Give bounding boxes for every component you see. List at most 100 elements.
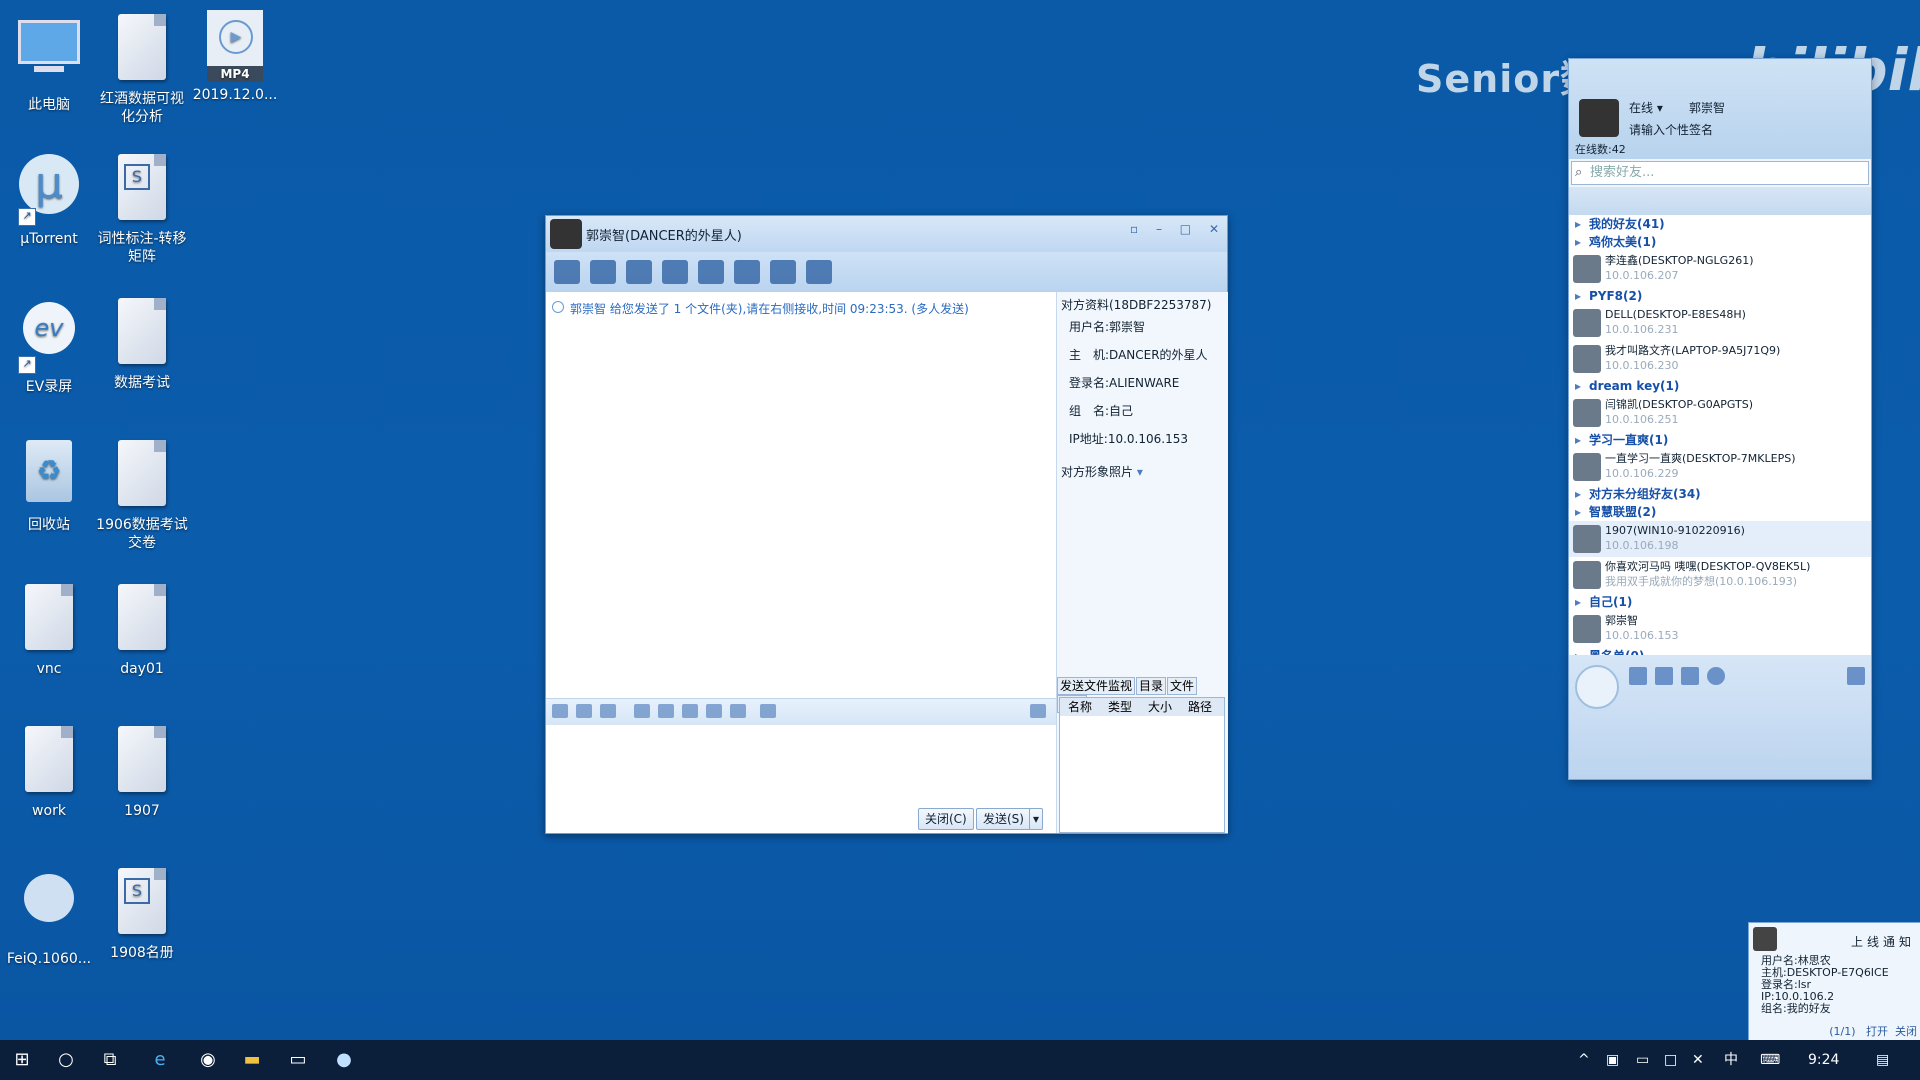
group-pyf8[interactable]: PYF8(2): [1569, 287, 1871, 305]
desktop-icon-vnc[interactable]: vnc: [2, 580, 96, 678]
desktop-icon-data-exam[interactable]: 数据考试: [95, 294, 189, 392]
lock-icon[interactable]: [1030, 704, 1046, 718]
status-selector[interactable]: 在线 ▾: [1629, 99, 1663, 116]
desktop-icon-recycle-bin[interactable]: ♻ 回收站: [2, 436, 96, 534]
contacts-window[interactable]: 在线 ▾ 郭崇智 请输入个性签名 在线数:42 搜索好友... 我的好友(41)…: [1568, 58, 1872, 780]
desktop-icon-ev-recorder[interactable]: ev ↗ EV录屏: [2, 294, 96, 396]
pin-icon[interactable]: ▫: [1130, 222, 1138, 236]
signature-input[interactable]: 请输入个性签名: [1629, 121, 1713, 138]
close-icon[interactable]: ✕: [1209, 222, 1219, 236]
display-icon[interactable]: □: [1664, 1040, 1677, 1080]
minimize-icon[interactable]: –: [1156, 222, 1162, 236]
terminal-icon[interactable]: ▭: [286, 1048, 310, 1072]
calendar-icon[interactable]: [1629, 667, 1647, 685]
desktop-icon-1906-exam[interactable]: 1906数据考试交卷: [95, 436, 189, 552]
list-item[interactable]: 一直学习一直爽(DESKTOP-7MKLEPS) 10.0.106.229: [1569, 449, 1871, 485]
edge-icon[interactable]: e: [148, 1048, 172, 1072]
notification-center-icon[interactable]: ▤: [1876, 1040, 1889, 1080]
edit-icon[interactable]: [658, 704, 674, 718]
volume-mute-icon[interactable]: ✕: [1692, 1040, 1704, 1080]
tools-icon[interactable]: [760, 704, 776, 718]
maximize-icon[interactable]: □: [1180, 222, 1191, 236]
expand-icon[interactable]: [1847, 667, 1865, 685]
network-icon[interactable]: ▣: [1606, 1040, 1619, 1080]
list-item[interactable]: 李连鑫(DESKTOP-NGLG261) 10.0.106.207: [1569, 251, 1871, 287]
desktop-icon-work[interactable]: work: [2, 722, 96, 820]
folder-icon: [18, 726, 80, 798]
tray-chevron-up-icon[interactable]: ^: [1578, 1040, 1590, 1080]
desktop-icon-wine-analysis[interactable]: 红酒数据可视化分析: [95, 10, 189, 126]
microphone-icon[interactable]: [626, 260, 652, 284]
group-self[interactable]: 自己(1): [1569, 593, 1871, 611]
desktop-icon-pos-tagging[interactable]: S 词性标注-转移矩阵: [95, 150, 189, 266]
tab-directory[interactable]: 目录: [1136, 677, 1167, 695]
close-button[interactable]: 关闭(C): [918, 808, 974, 830]
home-icon[interactable]: [806, 260, 832, 284]
chat-titlebar[interactable]: 郭崇智(DANCER的外星人) ▫ – □ ✕: [546, 216, 1227, 252]
send-options-chevron-down-icon[interactable]: ▾: [1029, 808, 1044, 830]
windows-start-icon[interactable]: ⊞: [10, 1048, 34, 1072]
group-my-friends[interactable]: 我的好友(41): [1569, 215, 1871, 233]
clock[interactable]: 9:24: [1808, 1040, 1839, 1080]
desktop-icon-1908-roster[interactable]: S 1908名册: [95, 864, 189, 962]
contacts-tabs[interactable]: [1569, 187, 1871, 215]
list-item[interactable]: DELL(DESKTOP-E8ES48H) 10.0.106.231: [1569, 305, 1871, 341]
ime-indicator[interactable]: 中: [1724, 1040, 1738, 1080]
col-size[interactable]: 大小: [1140, 698, 1180, 716]
network-icon[interactable]: [770, 260, 796, 284]
group-jinitaimei[interactable]: 鸡你太美(1): [1569, 233, 1871, 251]
desktop-icon-feiq[interactable]: FeiQ.1060...: [2, 864, 96, 968]
keyboard-icon[interactable]: ⌨: [1760, 1040, 1780, 1080]
desktop-icon-utorrent[interactable]: µ ↗ µTorrent: [2, 150, 96, 248]
avatar[interactable]: [1579, 99, 1619, 137]
tab-file[interactable]: 文件: [1167, 677, 1198, 695]
emoji-icon[interactable]: [576, 704, 592, 718]
group-wisdom-alliance[interactable]: 智慧联盟(2): [1569, 503, 1871, 521]
settings-gear-icon[interactable]: [1707, 667, 1725, 685]
search-input[interactable]: 搜索好友...: [1571, 161, 1869, 185]
send-folder-icon[interactable]: [698, 260, 724, 284]
group-ungrouped[interactable]: 对方未分组好友(34): [1569, 485, 1871, 503]
screen-share-icon[interactable]: [554, 260, 580, 284]
battery-icon[interactable]: ▭: [1636, 1040, 1649, 1080]
chat-window[interactable]: 郭崇智(DANCER的外星人) ▫ – □ ✕ 郭崇智 给您发送了 1 个文件(…: [545, 215, 1228, 834]
group-study[interactable]: 学习一直爽(1): [1569, 431, 1871, 449]
open-link[interactable]: 打开: [1866, 1025, 1888, 1038]
file-explorer-icon[interactable]: ▬: [240, 1048, 264, 1072]
list-item[interactable]: 你喜欢河马吗 咦嘿(DESKTOP-QV8EK5L) 我用双手成就你的梦想(10.…: [1569, 557, 1871, 593]
list-item[interactable]: 郭崇智 10.0.106.153: [1569, 611, 1871, 647]
font-icon[interactable]: [552, 704, 568, 718]
group-dream-key[interactable]: dream key(1): [1569, 377, 1871, 395]
send-button[interactable]: 发送(S): [976, 808, 1031, 830]
list-item[interactable]: 闫锦凯(DESKTOP-G0APGTS) 10.0.106.251: [1569, 395, 1871, 431]
app-icon[interactable]: ◉: [196, 1048, 220, 1072]
col-name[interactable]: 名称: [1060, 698, 1100, 716]
copy-icon[interactable]: [706, 704, 722, 718]
screenshot-icon[interactable]: [600, 704, 616, 718]
desktop-icon-mp4-video[interactable]: ▶ MP4 2019.12.0...: [188, 10, 282, 104]
col-type[interactable]: 类型: [1100, 698, 1140, 716]
list-item[interactable]: 我才叫路文齐(LAPTOP-9A5J71Q9) 10.0.106.230: [1569, 341, 1871, 377]
col-path[interactable]: 路径: [1180, 698, 1220, 716]
remote-desktop-icon[interactable]: [590, 260, 616, 284]
desktop-icon-this-pc[interactable]: 此电脑: [2, 10, 96, 114]
close-link[interactable]: 关闭: [1895, 1025, 1917, 1038]
clipboard-icon[interactable]: [682, 704, 698, 718]
desktop-icon-1907[interactable]: 1907: [95, 722, 189, 820]
task-view-icon[interactable]: ⧉: [98, 1048, 122, 1072]
history-icon[interactable]: [730, 704, 746, 718]
info-photo-toggle[interactable]: 对方形象照片 ▾: [1057, 453, 1228, 480]
send-file-icon[interactable]: [662, 260, 688, 284]
search-icon[interactable]: ○: [54, 1048, 78, 1072]
message-input[interactable]: [546, 725, 1056, 815]
feiq-icon[interactable]: ●: [332, 1048, 356, 1072]
photo-icon[interactable]: [1655, 667, 1673, 685]
contacts-list[interactable]: 我的好友(41) 鸡你太美(1) 李连鑫(DESKTOP-NGLG261) 10.…: [1569, 215, 1871, 665]
shared-folder-icon[interactable]: [734, 260, 760, 284]
desktop-icon-day01[interactable]: day01: [95, 580, 189, 678]
group-chat-icon[interactable]: [1681, 667, 1699, 685]
image-icon[interactable]: [634, 704, 650, 718]
feiq-logo-icon[interactable]: [1575, 665, 1619, 709]
tab-send-monitor[interactable]: 发送文件监视: [1057, 677, 1136, 695]
list-item[interactable]: 1907(WIN10-910220916) 10.0.106.198: [1569, 521, 1871, 557]
